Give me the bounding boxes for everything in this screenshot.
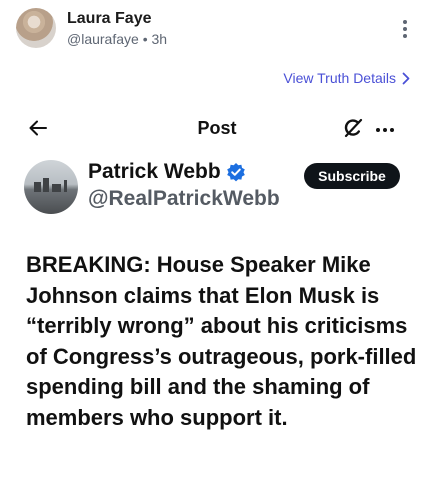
subscribe-button[interactable]: Subscribe	[304, 163, 400, 189]
truth-post-view: Laura Faye @laurafaye • 3h View Truth De…	[0, 0, 434, 500]
meta-separator: •	[142, 30, 148, 47]
embedded-author-name[interactable]: Patrick Webb	[88, 160, 221, 184]
embedded-author-avatar[interactable]	[24, 160, 78, 214]
embedded-author-name-row: Patrick Webb	[88, 160, 246, 184]
author-avatar[interactable]	[16, 8, 56, 48]
author-handle[interactable]: @laurafaye	[67, 31, 139, 47]
embedded-page-title: Post	[197, 118, 237, 138]
author-name[interactable]: Laura Faye	[67, 9, 167, 29]
embedded-author-row: Patrick Webb @RealPatrickWebb Subscribe	[24, 160, 414, 216]
embedded-post-text: BREAKING: House Speaker Mike Johnson cla…	[26, 252, 417, 430]
view-truth-details-label: View Truth Details	[283, 70, 396, 86]
post-header: Laura Faye @laurafaye • 3h	[16, 8, 167, 48]
grok-icon[interactable]	[342, 117, 364, 139]
view-truth-details-link[interactable]: View Truth Details	[283, 70, 410, 86]
embedded-author-handle[interactable]: @RealPatrickWebb	[88, 187, 280, 211]
more-vertical-icon[interactable]	[401, 20, 409, 40]
author-info: Laura Faye @laurafaye • 3h	[67, 9, 167, 48]
chevron-right-icon	[402, 72, 410, 84]
embedded-nav-bar: Post	[0, 112, 434, 146]
post-time: 3h	[151, 30, 168, 47]
verified-badge-icon	[226, 163, 245, 182]
more-horizontal-icon[interactable]	[376, 128, 397, 132]
author-meta: @laurafaye • 3h	[67, 30, 167, 48]
